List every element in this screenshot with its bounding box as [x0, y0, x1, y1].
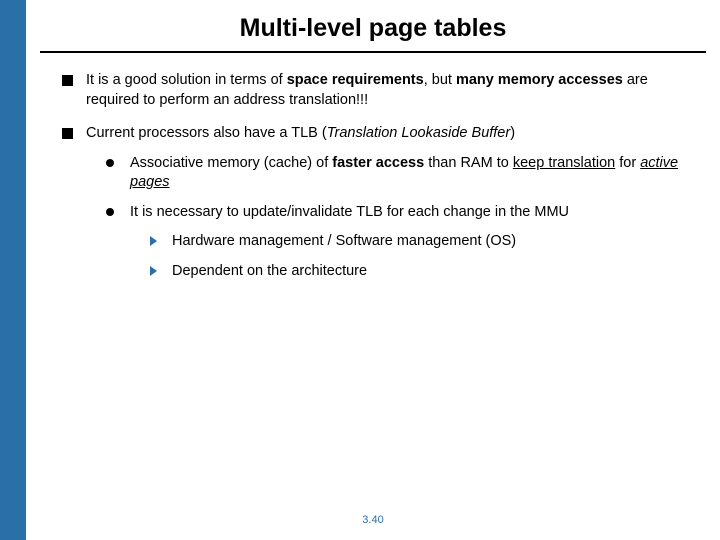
sidebar-accent	[0, 0, 26, 540]
bullet-2a: Associative memory (cache) of faster acc…	[106, 154, 692, 193]
bullet-2: Current processors also have a TLB (Tran…	[62, 124, 692, 281]
slide-content: It is a good solution in terms of space …	[26, 71, 720, 282]
bullet-2b1: Hardware management / Software managemen…	[150, 232, 692, 252]
slide-title: Multi-level page tables	[26, 14, 720, 43]
text: for	[615, 155, 640, 171]
page-number: 3.40	[26, 514, 720, 526]
bullet-2b2: Dependent on the architecture	[150, 262, 692, 282]
text-bold: many memory accesses	[456, 72, 623, 88]
text-bold: faster access	[332, 155, 424, 171]
text: It is a good solution in terms of	[86, 72, 287, 88]
slide: Multi-level page tables It is a good sol…	[26, 0, 720, 540]
title-rule	[40, 51, 706, 53]
text: than RAM to	[424, 155, 513, 171]
text-italic: Translation Lookaside Buffer	[327, 125, 511, 141]
text: Current processors also have a TLB (	[86, 125, 327, 141]
text: )	[510, 125, 515, 141]
text: It is necessary to update/invalidate TLB…	[130, 204, 569, 220]
text-bold: space requirements	[287, 72, 424, 88]
bullet-2b: It is necessary to update/invalidate TLB…	[106, 203, 692, 282]
text: , but	[424, 72, 456, 88]
text: Associative memory (cache) of	[130, 155, 332, 171]
text: Dependent on the architecture	[172, 263, 367, 279]
text-underline: keep translation	[513, 155, 615, 171]
text: Hardware management / Software managemen…	[172, 233, 516, 249]
bullet-1: It is a good solution in terms of space …	[62, 71, 692, 110]
